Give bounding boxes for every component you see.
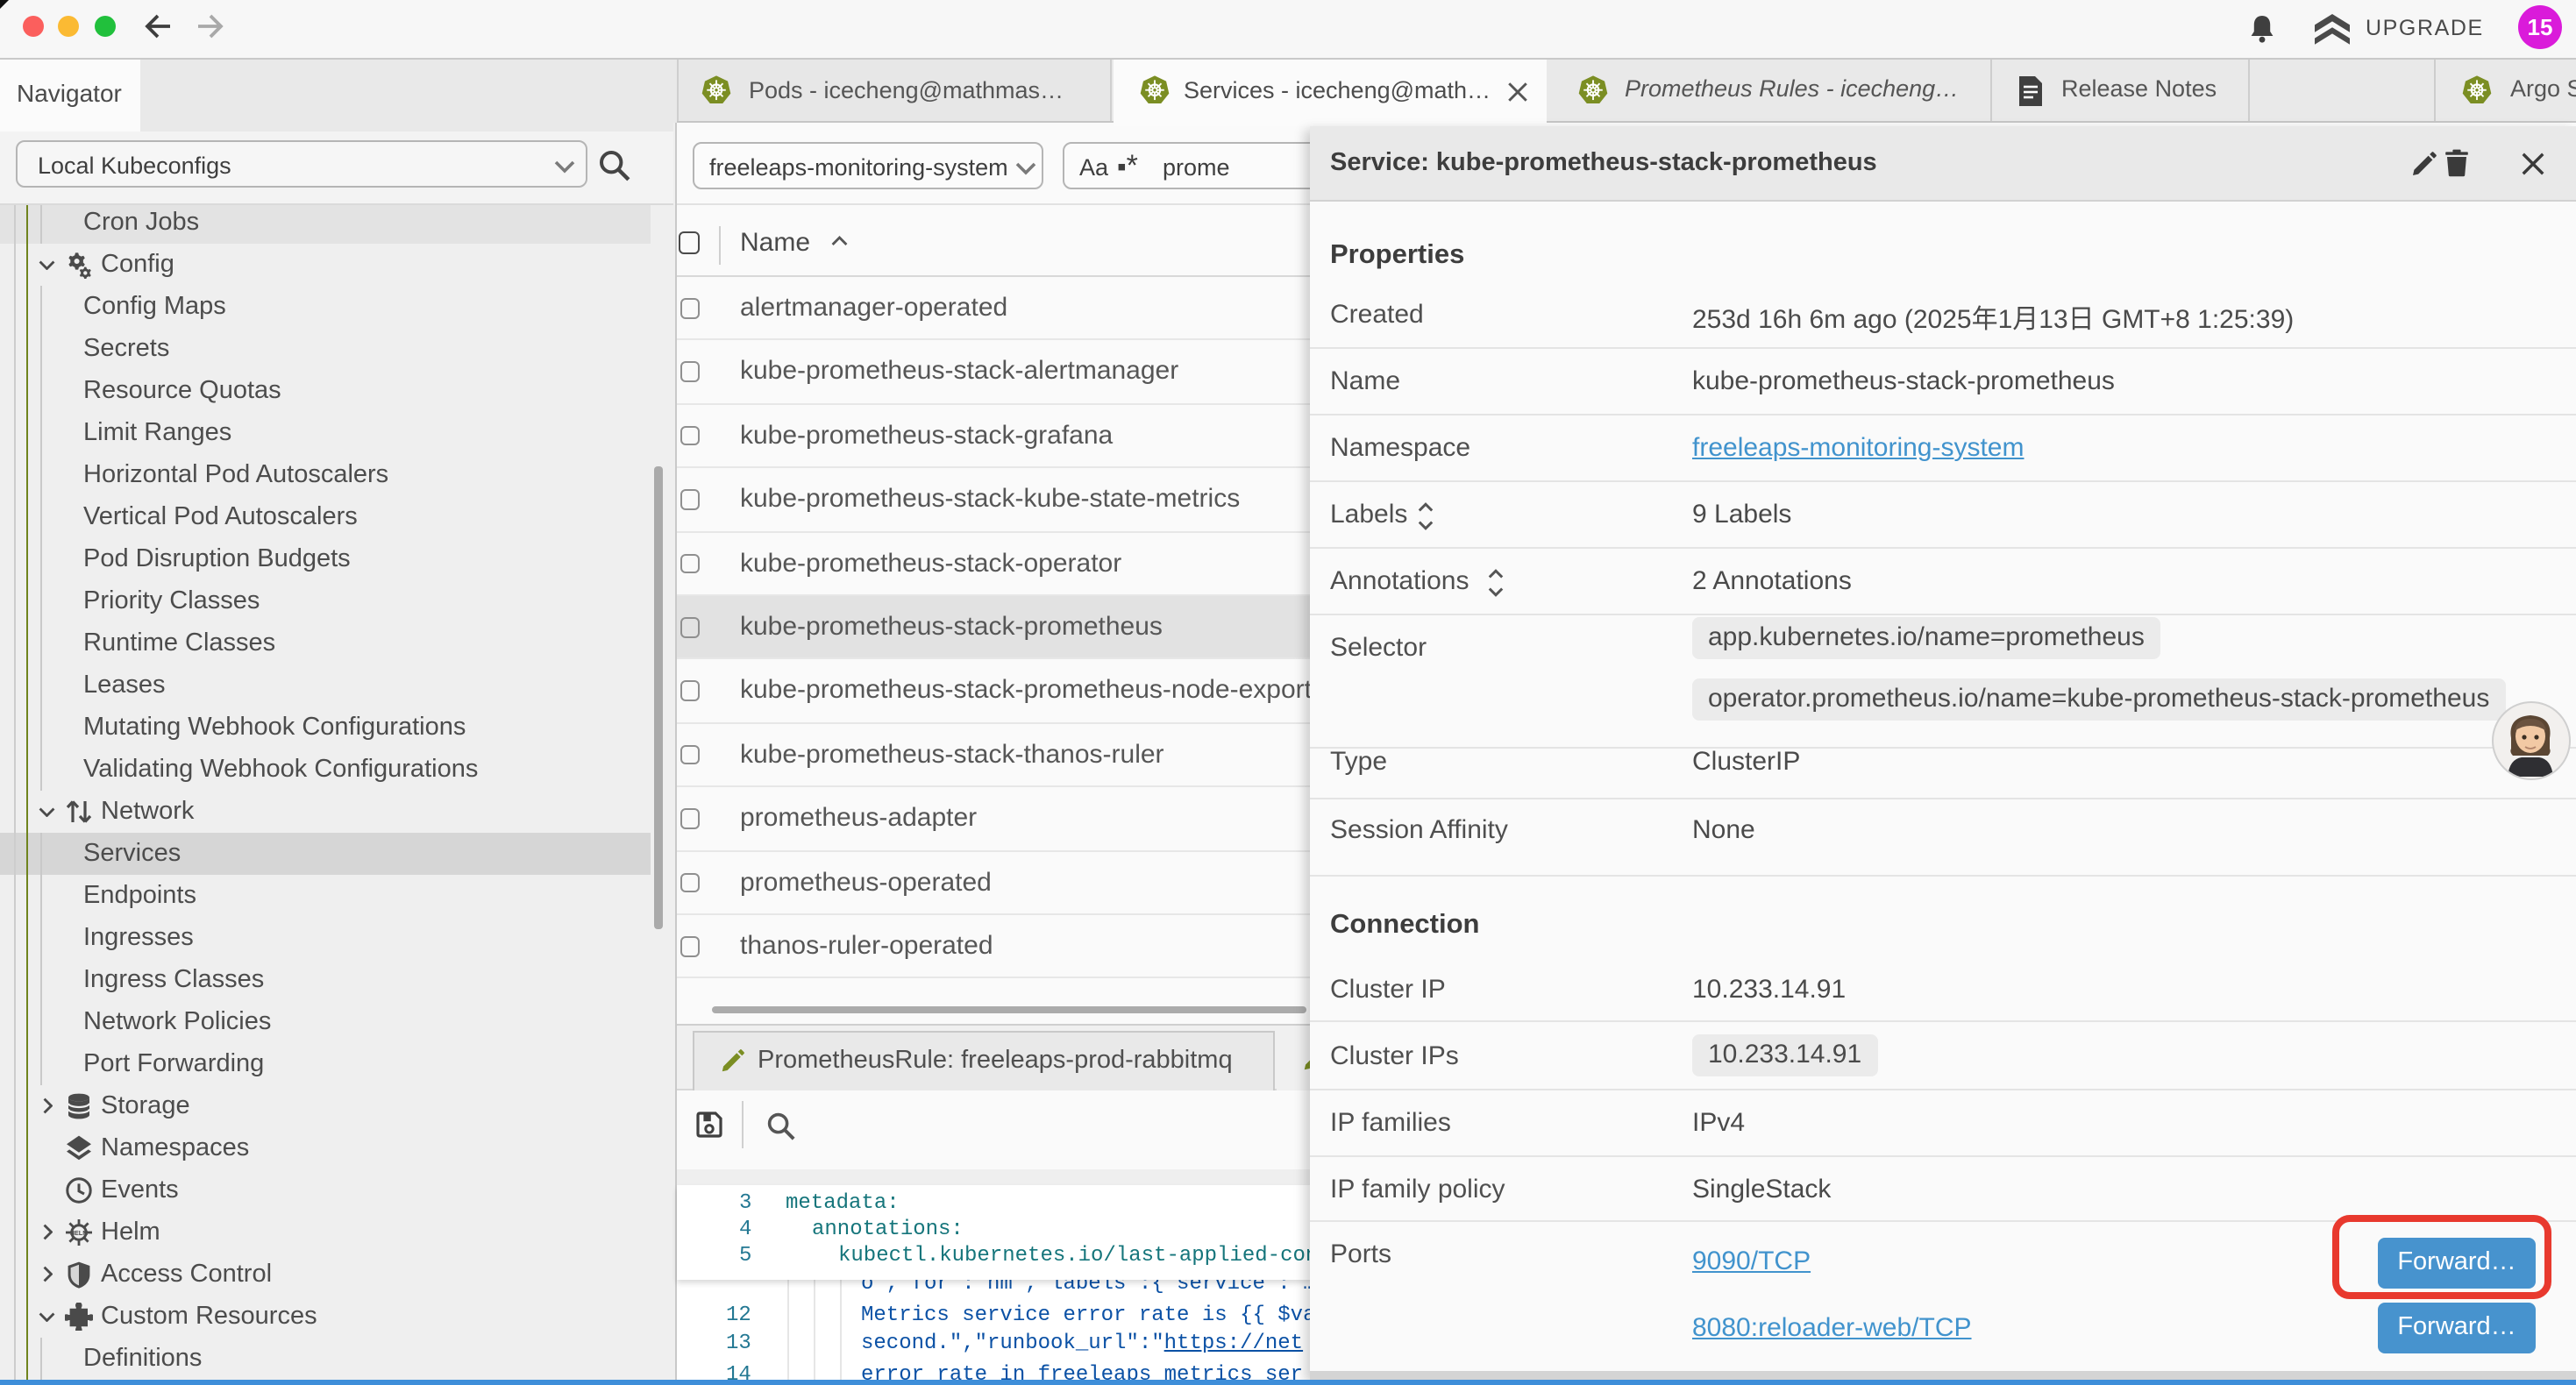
svg-text:HELM: HELM: [70, 1228, 88, 1236]
